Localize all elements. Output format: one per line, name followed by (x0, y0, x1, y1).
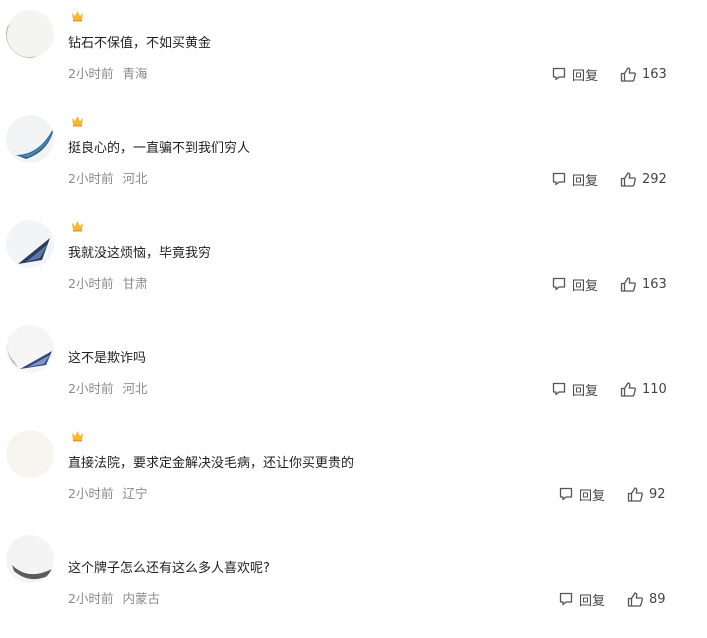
comment-time: 2小时前 (68, 171, 114, 186)
comment-item: 钻石不保值，不如买黄金 2小时前 青海 回复 163 (0, 8, 707, 113)
username[interactable] (68, 113, 84, 129)
like-button[interactable]: 110 (620, 381, 667, 398)
comment-actions: 回复 163 (551, 63, 667, 85)
reply-button[interactable]: 回复 (551, 275, 598, 294)
username[interactable] (68, 428, 84, 444)
comment-item: 挺良心的，一直骗不到我们穷人 2小时前 河北 回复 292 (0, 113, 707, 218)
like-button[interactable]: 89 (627, 591, 666, 608)
comment-meta: 2小时前 甘肃 (68, 275, 147, 293)
comment-text: 这个牌子怎么还有这么多人喜欢呢? (68, 561, 270, 576)
thumbs-up-icon (627, 486, 643, 502)
username[interactable] (68, 218, 84, 234)
username[interactable] (68, 8, 84, 24)
comment-location: 河北 (122, 381, 148, 396)
avatar[interactable] (6, 325, 54, 373)
comment-location: 甘肃 (122, 276, 148, 291)
comment-time: 2小时前 (68, 276, 114, 291)
comment-meta: 2小时前 青海 (68, 65, 147, 83)
thumbs-up-icon (620, 381, 636, 397)
avatar[interactable] (6, 10, 54, 58)
comment-time: 2小时前 (68, 486, 114, 501)
comment-actions: 回复 110 (551, 378, 667, 400)
comment-bubble-icon (552, 382, 566, 396)
comment-item: 直接法院，要求定金解决没毛病，还让你买更贵的 2小时前 辽宁 回复 92 (0, 428, 707, 533)
comment-meta: 2小时前 辽宁 (68, 485, 147, 503)
comment-actions: 回复 89 (558, 588, 666, 610)
reply-button[interactable]: 回复 (551, 380, 598, 399)
crown-badge-icon (72, 116, 83, 127)
comment-bubble-icon (559, 592, 573, 606)
comment-meta: 2小时前 河北 (68, 170, 147, 188)
comment-time: 2小时前 (68, 591, 114, 606)
thumbs-up-icon (620, 171, 636, 187)
like-button[interactable]: 92 (627, 486, 666, 503)
comment-bubble-icon (552, 277, 566, 291)
reply-label: 回复 (572, 383, 599, 399)
crown-badge-icon (72, 431, 83, 442)
like-count: 89 (649, 591, 666, 607)
reply-label: 回复 (572, 68, 599, 84)
like-count: 163 (642, 276, 667, 292)
comment-bubble-icon (559, 487, 573, 501)
avatar[interactable] (6, 430, 54, 478)
comment-item: 这不是欺诈吗 2小时前 河北 回复 110 (0, 323, 707, 428)
like-count: 110 (642, 381, 667, 397)
comment-item: 这个牌子怎么还有这么多人喜欢呢? 2小时前 内蒙古 回复 89 (0, 533, 707, 638)
avatar[interactable] (6, 115, 54, 163)
reply-button[interactable]: 回复 (551, 170, 598, 189)
comment-actions: 回复 92 (558, 483, 666, 505)
comment-meta: 2小时前 河北 (68, 380, 147, 398)
comment-actions: 回复 163 (551, 273, 667, 295)
avatar[interactable] (6, 220, 54, 268)
comment-meta: 2小时前 内蒙古 (68, 590, 160, 608)
reply-label: 回复 (572, 278, 599, 294)
reply-label: 回复 (579, 488, 606, 504)
avatar[interactable] (6, 535, 54, 583)
comment-actions: 回复 292 (551, 168, 667, 190)
thumbs-up-icon (627, 591, 643, 607)
like-button[interactable]: 292 (620, 171, 667, 188)
reply-label: 回复 (579, 593, 606, 609)
comment-text: 钻石不保值，不如买黄金 (68, 36, 212, 51)
comment-time: 2小时前 (68, 381, 114, 396)
like-count: 163 (642, 66, 667, 82)
thumbs-up-icon (620, 66, 636, 82)
comment-bubble-icon (552, 67, 566, 81)
reply-button[interactable]: 回复 (558, 590, 605, 609)
like-button[interactable]: 163 (620, 66, 667, 83)
comment-location: 内蒙古 (122, 591, 160, 606)
comment-text: 我就没这烦恼，毕竟我穷 (68, 246, 212, 261)
comment-item: 我就没这烦恼，毕竟我穷 2小时前 甘肃 回复 163 (0, 218, 707, 323)
like-count: 292 (642, 171, 667, 187)
like-button[interactable]: 163 (620, 276, 667, 293)
comment-time: 2小时前 (68, 66, 114, 81)
comment-text: 这不是欺诈吗 (68, 351, 147, 366)
reply-button[interactable]: 回复 (551, 65, 598, 84)
comment-location: 辽宁 (122, 486, 148, 501)
comment-text: 挺良心的，一直骗不到我们穷人 (68, 141, 251, 156)
comment-location: 青海 (122, 66, 148, 81)
comment-bubble-icon (552, 172, 566, 186)
comment-location: 河北 (122, 171, 148, 186)
crown-badge-icon (72, 11, 83, 22)
crown-badge-icon (72, 221, 83, 232)
reply-button[interactable]: 回复 (558, 485, 605, 504)
reply-label: 回复 (572, 173, 599, 189)
thumbs-up-icon (620, 276, 636, 292)
like-count: 92 (649, 486, 666, 502)
comment-text: 直接法院，要求定金解决没毛病，还让你买更贵的 (68, 456, 355, 471)
